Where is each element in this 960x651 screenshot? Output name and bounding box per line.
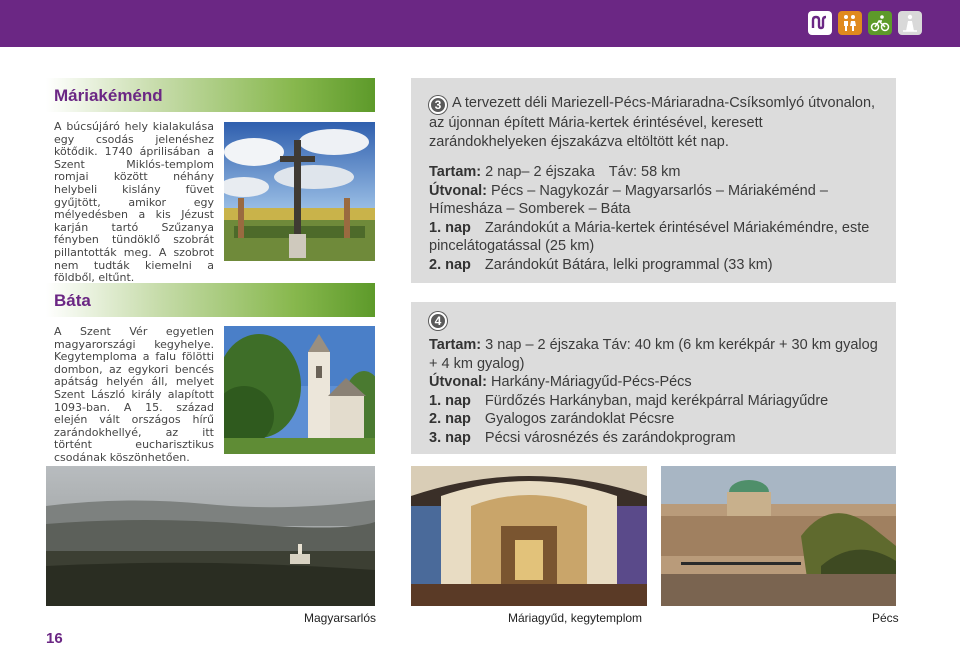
route-4-header: 4 bbox=[429, 310, 878, 330]
bata-church-photo bbox=[224, 326, 375, 454]
section-title: Máriakéménd bbox=[54, 86, 163, 105]
route-icon[interactable] bbox=[808, 11, 832, 35]
route-3-box: 3A tervezett déli Mariezell-Pécs-Máriara… bbox=[411, 78, 896, 283]
family-icon[interactable] bbox=[838, 11, 862, 35]
mariakemend-cross-photo bbox=[224, 122, 375, 261]
route-number-badge: 3 bbox=[429, 96, 447, 114]
pilgrim-icon[interactable] bbox=[898, 11, 922, 35]
route-4-day-1: 1. nap Fürdőzés Harkányban, majd kerékpár… bbox=[429, 392, 829, 409]
route-3-duration: Tartam: 2 nap– 2 éjszaka Táv: 58 km bbox=[429, 164, 681, 180]
caption-magyarsarlos: Magyarsarlós bbox=[304, 611, 377, 625]
route-4-duration: Tartam: 3 nap – 2 éjszaka Táv: 40 km (6 … bbox=[429, 337, 878, 372]
caption-mariagyud: Máriagyűd, kegytemplom bbox=[508, 611, 643, 625]
category-icons bbox=[808, 11, 922, 35]
route-4-day-3: 3. nap Pécsi városnézés és zarándokprogra… bbox=[429, 429, 736, 446]
section-header-bata: Báta bbox=[46, 283, 375, 317]
caption-pecs: Pécs bbox=[872, 611, 899, 625]
route-4-path: Útvonal: Harkány-Máriagyűd-Pécs-Pécs bbox=[429, 374, 692, 390]
mariagyud-church-interior-photo bbox=[411, 466, 647, 606]
mariakemend-text: A búcsújáró hely kialakulása egy csodás … bbox=[54, 120, 214, 285]
route-3-path: Útvonal: Pécs – Nagykozár – Magyarsarlós… bbox=[429, 182, 828, 218]
magyarsarlos-landscape-photo bbox=[46, 466, 375, 606]
route-3-intro: 3A tervezett déli Mariezell-Pécs-Máriara… bbox=[429, 95, 876, 150]
route-4-day-2: 2. nap Gyalogos zarándoklat Pécsre bbox=[429, 411, 675, 427]
route-number-badge: 4 bbox=[429, 312, 447, 330]
route-3-day-1: 1. nap Zarándokút a Mária-kertek érintésé… bbox=[429, 219, 870, 255]
section-header-mariakemend: Máriakéménd bbox=[46, 78, 375, 112]
top-bar bbox=[0, 0, 960, 47]
section-title: Báta bbox=[54, 291, 91, 310]
pecs-mosque-photo bbox=[661, 466, 896, 606]
route-4-box: 4 Tartam: 3 nap – 2 éjszaka Táv: 40 km (… bbox=[411, 302, 896, 454]
cycling-icon[interactable] bbox=[868, 11, 892, 35]
route-3-day-2: 2. nap Zarándokút Bátára, lelki programma… bbox=[429, 256, 773, 273]
page-number: 16 bbox=[46, 630, 63, 647]
bata-text: A Szent Vér egyetlen magyarországi kegyh… bbox=[54, 325, 214, 464]
